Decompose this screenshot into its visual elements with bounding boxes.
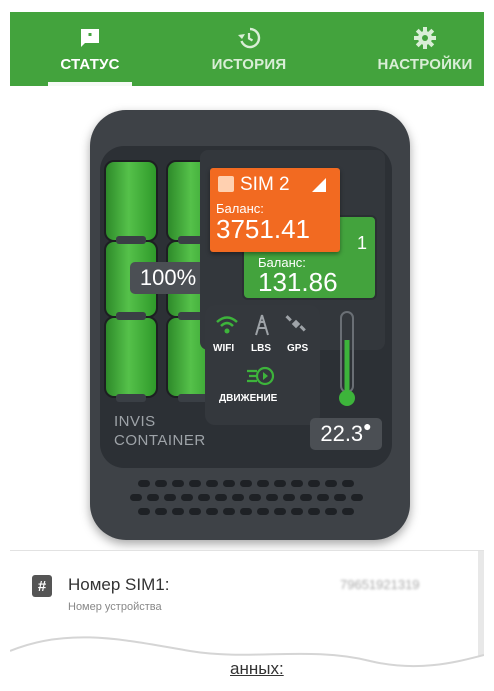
grill-hole (147, 494, 159, 501)
brand-line-1: INVIS (114, 413, 156, 430)
sim-number-value: 79651921319 (340, 577, 420, 592)
tab-history[interactable]: ИСТОРИЯ (193, 12, 305, 86)
grill-hole (232, 494, 244, 501)
grill-hole (215, 494, 227, 501)
thermometer-icon (336, 310, 358, 410)
battery-cap (116, 312, 146, 320)
torn-paper-edge (10, 636, 484, 691)
battery-cap (116, 236, 146, 244)
grill-hole (138, 508, 150, 515)
degree-icon: ● (363, 418, 372, 434)
grill-hole (223, 480, 235, 487)
grill-hole (342, 508, 354, 515)
tab-history-label: ИСТОРИЯ (211, 56, 287, 73)
device-number-label: Номер устройства (68, 601, 162, 613)
active-tab-indicator (48, 82, 132, 86)
grill-hole (274, 480, 286, 487)
battery-cell (104, 160, 158, 242)
gear-icon (412, 26, 438, 50)
grill-hole (223, 508, 235, 515)
grill-hole (308, 480, 320, 487)
sim2-title: SIM 2 (240, 174, 290, 195)
grill-hole (181, 494, 193, 501)
battery-cell (104, 316, 158, 398)
grill-hole (189, 508, 201, 515)
grill-hole (351, 494, 363, 501)
grill-hole (198, 494, 210, 501)
grill-hole (206, 480, 218, 487)
sim-number-label: Номер SIM1: (68, 575, 170, 594)
gps-icon (285, 313, 307, 340)
signal-icon (312, 178, 326, 197)
data-link[interactable]: анных: (230, 659, 284, 679)
tab-settings[interactable]: НАСТРОЙКИ (365, 12, 485, 86)
temperature-badge: 22.3 ● (310, 418, 382, 450)
grill-hole (291, 508, 303, 515)
grill-hole (155, 480, 167, 487)
wifi-label: WIFI (213, 343, 235, 354)
info-card: # Номер SIM1: Номер устройства 796519213… (10, 550, 484, 691)
grill-hole (291, 480, 303, 487)
motion-label: ДВИЖЕНИЕ (219, 393, 278, 404)
grill-hole (300, 494, 312, 501)
sim-chip-icon (218, 176, 234, 192)
temperature-value: 22.3 (320, 421, 364, 446)
grill-hole (206, 508, 218, 515)
gps-label: GPS (287, 343, 309, 354)
grill-hole (249, 494, 261, 501)
grill-hole (189, 480, 201, 487)
lbs-icon (252, 313, 272, 342)
grill-hole (317, 494, 329, 501)
grill-hole (257, 480, 269, 487)
grill-hole (325, 508, 337, 515)
battery-cap (178, 394, 208, 402)
brand-label: INVIS CONTAINER (114, 412, 206, 450)
history-icon (236, 26, 262, 50)
grill-hole (266, 494, 278, 501)
grill-hole (325, 480, 337, 487)
sim2-balance: 3751.41 (216, 214, 310, 244)
grill-hole (257, 508, 269, 515)
grill-hole (138, 480, 150, 487)
grill-hole (334, 494, 346, 501)
device-body: 100% 1 Баланс: 131.86 SIM 2 Баланс: 3751… (90, 110, 410, 540)
grill-hole (172, 508, 184, 515)
grill-hole (164, 494, 176, 501)
grill-hole (130, 494, 142, 501)
tab-status[interactable]: СТАТУС (50, 12, 130, 86)
device-illustration: 100% 1 Баланс: 131.86 SIM 2 Баланс: 3751… (90, 110, 410, 540)
grill-hole (240, 480, 252, 487)
brand-line-2: CONTAINER (114, 432, 206, 449)
sim2-card[interactable]: SIM 2 Баланс: 3751.41 (210, 168, 340, 252)
tab-status-label: СТАТУС (60, 56, 120, 73)
sim1-number: 1 (356, 233, 367, 253)
grill-hole (283, 494, 295, 501)
motion-icon (245, 365, 275, 392)
grill-hole (240, 508, 252, 515)
wifi-icon (215, 315, 239, 340)
battery-cap (116, 394, 146, 402)
grill-hole (172, 480, 184, 487)
battery-percent-badge: 100% (130, 262, 206, 294)
chat-bubble-icon (77, 26, 103, 50)
grill-hole (274, 508, 286, 515)
modules-panel: WIFI LBS GPS ДВИЖЕНИЕ (205, 305, 320, 425)
lbs-label: LBS (251, 343, 271, 354)
grill-hole (155, 508, 167, 515)
hash-icon: # (32, 575, 52, 597)
tab-settings-label: НАСТРОЙКИ (377, 56, 473, 73)
grill-hole (308, 508, 320, 515)
top-nav-bar: СТАТУС ИСТОРИЯ НАСТРОЙКИ (10, 12, 484, 86)
speaker-grill (130, 480, 370, 520)
sim1-balance: 131.86 (258, 267, 338, 297)
grill-hole (342, 480, 354, 487)
